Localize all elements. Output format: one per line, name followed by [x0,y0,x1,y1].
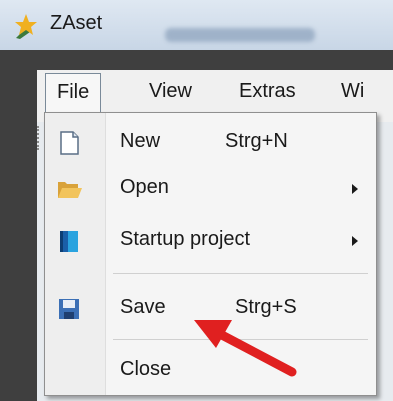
menu-item-label: Open [120,176,169,198]
titlebar-blur [165,28,315,42]
startup-project-icon [60,231,78,252]
menu-extras[interactable]: Extras [233,80,302,103]
open-folder-icon [58,182,82,198]
shortcut-label: Strg+N [225,130,288,152]
menu-item-label: Startup project [120,228,251,250]
save-icon [59,299,79,319]
annotation-arrow-icon [194,320,297,377]
toolbar-grip[interactable] [37,126,43,150]
menu-item-startup-project[interactable]: Startup project [45,219,376,263]
menu-item-new[interactable]: New Strg+N [45,121,376,165]
menu-item-label: New [120,130,161,152]
menu-item-label: Close [120,358,172,380]
menu-item-label: Save [120,296,166,318]
window-title: ZAset [50,12,103,34]
menu-separator [113,273,368,274]
menu-window[interactable]: Wi [335,80,370,103]
menu-item-open[interactable]: Open [45,167,376,211]
window-titlebar: ZAset [0,0,393,50]
submenu-arrow-icon [352,236,358,246]
app-logo-icon [15,14,37,39]
new-document-icon [60,131,79,155]
submenu-arrow-icon [352,184,358,194]
menu-view[interactable]: View [143,80,198,103]
